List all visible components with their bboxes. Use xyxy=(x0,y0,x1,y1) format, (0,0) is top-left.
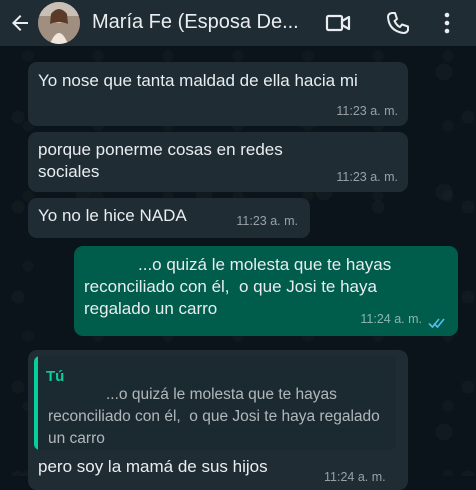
back-arrow-icon[interactable] xyxy=(8,11,32,35)
quote-accent-bar xyxy=(34,356,38,450)
quoted-message[interactable]: Tú ...o quizá le molesta que te hayas re… xyxy=(34,356,396,450)
message-time: 11:23 a. m. xyxy=(236,214,298,228)
chat-header: María Fe (Esposa De... xyxy=(0,0,476,46)
message-text: pero soy la mamá de sus hijos xyxy=(38,457,268,476)
contact-name[interactable]: María Fe (Esposa De... xyxy=(92,11,312,34)
message-incoming[interactable]: Yo nose que tanta maldad de ella hacia m… xyxy=(28,62,408,126)
message-outgoing[interactable]: ...o quizá le molesta que te hayas recon… xyxy=(74,246,458,336)
quote-text: ...o quizá le molesta que te hayas recon… xyxy=(48,386,385,447)
avatar[interactable] xyxy=(38,2,80,44)
message-text: Yo nose que tanta maldad de ella hacia m… xyxy=(38,71,358,90)
message-time: 11:23 a. m. xyxy=(336,104,398,118)
message-time: 11:23 a. m. xyxy=(336,170,398,184)
video-call-icon[interactable] xyxy=(325,10,351,36)
message-time: 11:24 a. m. xyxy=(324,470,386,484)
read-receipt-icon xyxy=(428,318,445,329)
message-incoming[interactable]: porque ponerme cosas en redes sociales 1… xyxy=(28,132,408,192)
more-vert-icon[interactable] xyxy=(440,10,454,36)
message-text: porque ponerme cosas en redes sociales xyxy=(38,140,288,181)
message-time: 11:24 a. m. xyxy=(360,312,422,326)
message-incoming[interactable]: Yo no le hice NADA 11:23 a. m. xyxy=(28,198,310,238)
message-incoming-reply[interactable]: Tú ...o quizá le molesta que te hayas re… xyxy=(28,350,408,490)
phone-icon[interactable] xyxy=(385,10,411,36)
